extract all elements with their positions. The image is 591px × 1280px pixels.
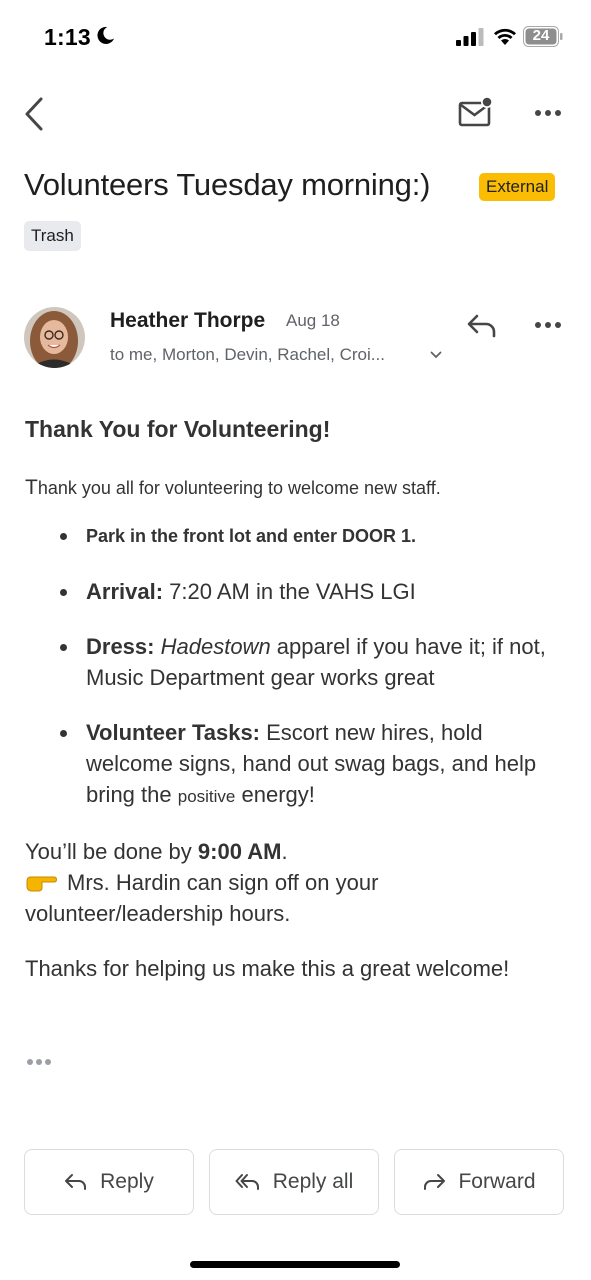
reply-arrow-icon	[65, 1174, 87, 1190]
list-item: Park in the front lot and enter DOOR 1.	[60, 523, 570, 549]
battery-level: 24	[532, 27, 550, 44]
mark-unread-icon[interactable]	[458, 96, 494, 128]
intro-rest: hank you all for volunteering to welcome…	[37, 478, 441, 498]
pointing-hand-icon	[26, 876, 57, 892]
forward-label: Forward	[458, 1170, 536, 1193]
more-options-icon[interactable]	[534, 106, 562, 120]
reply-all-button[interactable]: Reply all	[209, 1149, 379, 1215]
reply-all-icon	[235, 1174, 259, 1190]
closing-text: Thanks for helping us make this a great …	[25, 956, 510, 981]
bullet-text: 7:20 AM in the VAHS LGI	[163, 579, 416, 604]
message-body: Thank You for Volunteering! Thank you al…	[25, 416, 570, 1008]
body-heading: Thank You for Volunteering!	[25, 416, 331, 442]
recipients-summary[interactable]: to me, Morton, Devin, Rachel, Croi...	[110, 345, 385, 365]
message-more-icon[interactable]	[534, 318, 562, 332]
home-indicator[interactable]	[190, 1261, 400, 1268]
instructions-list: Park in the front lot and enter DOOR 1. …	[25, 523, 570, 812]
bullet-label: Volunteer Tasks:	[86, 720, 261, 745]
done-time: 9:00 AM	[197, 839, 282, 864]
done-paragraph: You’ll be done by 9:00 AM. Mrs. Hardin c…	[25, 836, 570, 929]
bullet-small-text: positive	[177, 787, 236, 806]
email-subject: Volunteers Tuesday morning:)	[24, 167, 431, 202]
avatar[interactable]	[24, 307, 85, 368]
label-chip-trash[interactable]: Trash	[24, 221, 81, 251]
reply-all-label: Reply all	[272, 1170, 354, 1193]
bullet-label: Arrival:	[86, 579, 164, 604]
bullet-label: Dress:	[86, 634, 155, 659]
show-trimmed-content-icon[interactable]	[26, 1057, 54, 1067]
bullet-text-end: energy!	[235, 782, 315, 807]
bullet-parking: Park in the front lot and enter DOOR 1.	[86, 526, 417, 546]
reply-icon[interactable]	[466, 313, 498, 339]
sender-name[interactable]: Heather Thorpe	[110, 309, 265, 333]
status-time: 1:13	[44, 24, 91, 50]
reply-button[interactable]: Reply	[24, 1149, 194, 1215]
bullet-italic: Hadestown	[160, 634, 271, 659]
email-date: Aug 18	[286, 311, 340, 330]
intro-text: Thank you all for volunteering to welcom…	[25, 476, 570, 500]
list-item: Arrival: 7:20 AM in the VAHS LGI	[60, 576, 570, 607]
bullet-text: apparel if you have it; if not, Music De…	[86, 634, 546, 690]
chevron-down-icon[interactable]	[430, 351, 442, 359]
back-arrow-icon[interactable]	[22, 96, 46, 132]
intro-first-letter: T	[25, 476, 38, 499]
reply-label: Reply	[100, 1170, 154, 1193]
forward-button[interactable]: Forward	[394, 1149, 564, 1215]
list-item: Dress: Hadestown apparel if you have it;…	[60, 631, 570, 693]
cellular-signal-icon	[456, 28, 484, 46]
avatar-photo	[24, 307, 85, 368]
wifi-icon	[494, 28, 516, 45]
forward-arrow-icon	[424, 1174, 446, 1190]
battery-indicator: 24	[523, 26, 563, 47]
list-item: Volunteer Tasks: Escort new hires, hold …	[60, 717, 570, 812]
signoff-text: Mrs. Hardin can sign off on your volunte…	[25, 870, 379, 926]
moon-icon	[97, 26, 115, 44]
done-suffix: .	[281, 839, 288, 864]
external-badge: External	[479, 173, 556, 201]
done-prefix: You’ll be done by	[25, 839, 198, 864]
